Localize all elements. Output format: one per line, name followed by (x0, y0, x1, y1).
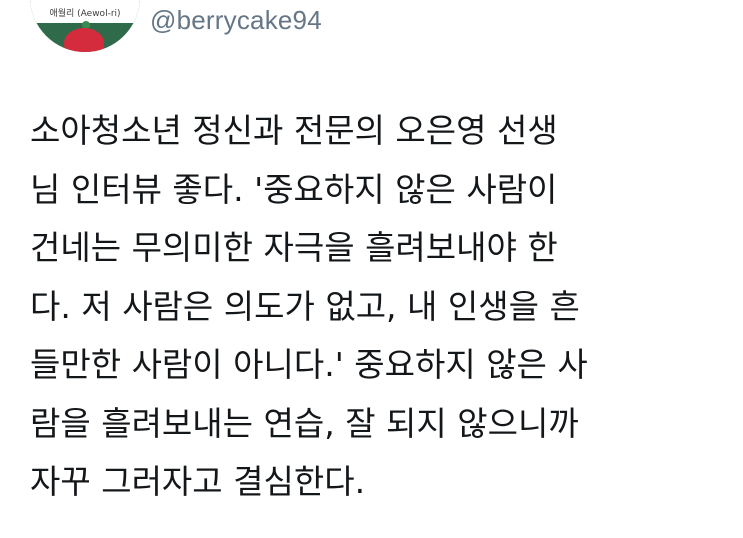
tweet-line: 건네는 무의미한 자극을 흘려보내야 한 (30, 228, 558, 267)
profile-avatar[interactable]: 애월리 (Aewol-ri) (30, 0, 140, 52)
tweet-line: 님 인터뷰 좋다. '중요하지 않은 사람이 (30, 169, 558, 209)
tweet-line: 람을 흘려보내는 연습, 잘 되지 않으니까 (30, 403, 579, 443)
tweet-line: 자꾸 그러자고 결심한다. (30, 462, 366, 501)
tweet-line: 소아청소년 정신과 전문의 오은영 선생 (30, 111, 558, 150)
avatar-caption: 애월리 (Aewol-ri) (49, 9, 121, 19)
tweet-line: 들만한 사람이 아니다.' 중요하지 않은 사 (30, 345, 588, 384)
tweet-line: 다. 저 사람은 의도가 없고, 내 인생을 흔 (30, 286, 580, 326)
user-handle[interactable]: @berrycake94 (150, 5, 322, 36)
berry-icon (64, 28, 104, 52)
tweet-card: 애월리 (Aewol-ri) @berrycake94 소아청소년 정신과 전문… (0, 0, 743, 538)
tweet-text: 소아청소년 정신과 전문의 오은영 선생 님 인터뷰 좋다. '중요하지 않은 … (30, 102, 720, 512)
